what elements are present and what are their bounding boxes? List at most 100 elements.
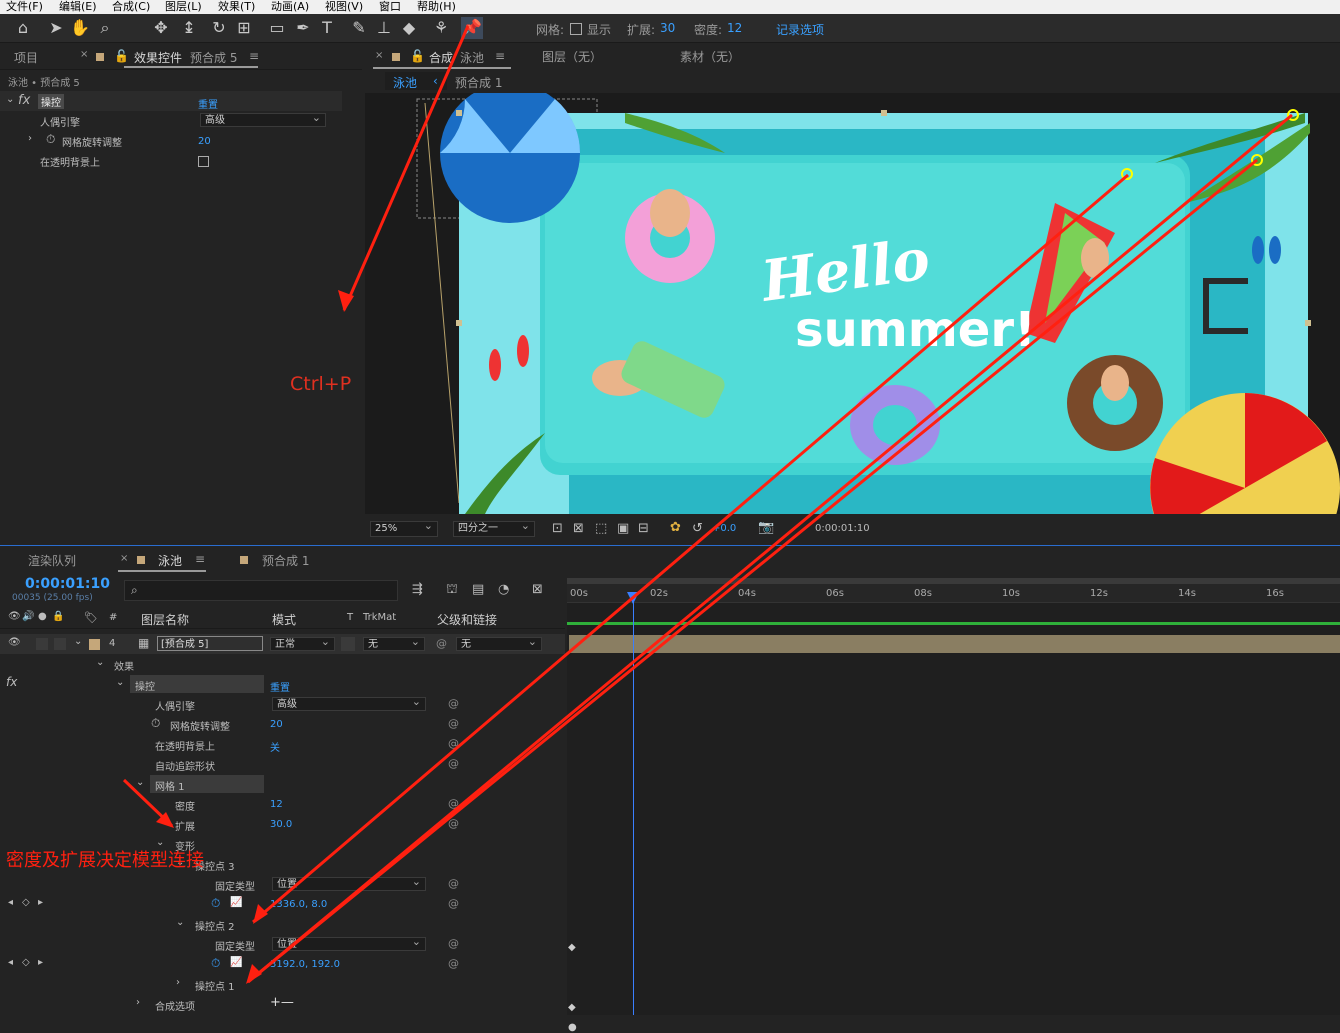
transparent-checkbox[interactable] [198,156,209,167]
tab-render-queue[interactable]: 渲染队列 [28,552,76,569]
pickwhip-icon[interactable]: @ [448,717,459,730]
stopwatch-icon[interactable]: ⏱ [151,716,160,731]
engine-dropdown[interactable]: 高级 [200,111,326,127]
tab-effect-controls[interactable]: 效果控件 [134,49,182,66]
text-tool-icon[interactable]: T [316,17,338,39]
next-keyframe-icon[interactable]: ▸ [38,897,43,908]
exposure-reset-icon[interactable]: ↺ [692,521,703,536]
show-grid-checkbox[interactable] [570,23,582,35]
camera-icon[interactable]: 📷 [758,520,774,535]
stamp-tool-icon[interactable]: ⊥ [373,17,395,39]
pin-type-dropdown[interactable]: 位置 [272,875,426,891]
keyframe-toggle-icon[interactable]: ◇ [22,957,30,968]
pickwhip-icon[interactable]: @ [448,697,459,710]
expansion-value[interactable]: 30.0 [270,819,292,830]
chevron-down-icon[interactable]: ⌄ [96,657,104,668]
prop-row-pin2-type[interactable]: 固定类型 位置 @ [0,934,565,954]
layer-name-field[interactable]: [预合成 5] [157,636,263,651]
tab-comp-name[interactable]: 泳池 [460,49,484,66]
pin2-position-value[interactable]: 3192.0, 192.0 [270,959,340,970]
lock-icon[interactable]: 🔒 [52,611,64,622]
tab-effect-comp[interactable]: 预合成 5 [190,49,237,66]
column-layer-name[interactable]: 图层名称 [141,611,189,628]
lock-box[interactable] [54,638,66,650]
rotation-value[interactable]: 20 [270,719,283,730]
rotation-value[interactable]: 20 [198,136,211,147]
prop-row-engine[interactable]: 人偶引擎 高级 @ [0,694,565,714]
pickwhip-icon[interactable]: @ [448,757,459,770]
grid-icon[interactable]: ⊠ [573,521,584,536]
record-options-link[interactable]: 记录选项 [776,21,824,38]
graph-editor-icon[interactable]: ⊠ [532,582,543,597]
prop-row-rotation[interactable]: ⏱ 网格旋转调整 20 @ [0,714,565,734]
viewer-timecode[interactable]: 0:00:01:10 [815,523,870,534]
eye-icon[interactable]: 👁 [8,637,21,648]
density-value[interactable]: 12 [727,21,742,35]
transparent-value[interactable]: 关 [270,739,280,754]
timeline-timecode[interactable]: 0:00:01:10 [25,576,110,592]
prop-row-pin1[interactable]: › 操控点 1 [0,974,565,994]
prop-row-puppet[interactable]: fx ⌄ 操控 重置 [0,674,565,694]
tab-pool[interactable]: 泳池 [158,552,182,569]
pickwhip-icon[interactable]: @ [448,737,459,750]
rotate-tool-icon[interactable]: ↻ [208,17,230,39]
keyframe-toggle-icon[interactable]: ◇ [22,897,30,908]
comp-flowchart-icon[interactable]: ⇶ [412,582,423,597]
panel-menu-icon[interactable]: ≡ [195,552,205,566]
reset-link[interactable]: 重置 [198,96,218,111]
frame-blend-icon[interactable]: ▤ [472,582,484,597]
keyframe-diamond[interactable]: ◆ [568,1002,576,1013]
lock-icon[interactable]: 🔓 [410,49,425,63]
menu-effect[interactable]: 效果(T) [218,0,255,13]
prop-row-pin3-type[interactable]: 固定类型 位置 @ [0,874,565,894]
pickwhip-icon[interactable]: @ [448,957,459,970]
prop-row-autotrace[interactable]: 自动追踪形状 @ [0,754,565,774]
lock-icon[interactable]: 🔓 [114,49,129,63]
color-channel-icon[interactable]: ✿ [670,520,681,535]
pickwhip-icon[interactable]: @ [448,897,459,910]
prev-keyframe-icon[interactable]: ◂ [8,897,13,908]
selection-tool-icon[interactable]: ➤ [45,17,67,39]
solo-box[interactable] [36,638,48,650]
stopwatch-icon[interactable]: ⏱ [46,132,55,147]
engine-dropdown[interactable]: 高级 [272,695,426,711]
chevron-right-icon[interactable]: › [28,133,32,144]
timeline-track-area[interactable]: 00s 02s 04s 06s 08s 10s 12s 14s 16s ◆ ◆ … [567,578,1340,1033]
breadcrumb-pool[interactable]: 泳池 ‹ [385,72,447,90]
transparency-icon[interactable]: ⊟ [638,521,649,536]
mode-dropdown[interactable]: 正常 [270,635,335,651]
roto-tool-icon[interactable]: ⚘ [430,17,452,39]
audio-icon[interactable]: 🔊 [22,611,34,622]
pin-type-dropdown[interactable]: 位置 [272,935,426,951]
zoom-tool-icon[interactable]: ⌕ [94,17,116,39]
prop-row-effects[interactable]: ⌄ 效果 [0,654,565,674]
prop-row-pin3-position[interactable]: ◂ ◇ ▸ ⏱ 📈 1336.0, 8.0 @ [0,894,565,914]
expand-value[interactable]: 30 [660,21,675,35]
solo-icon[interactable]: ● [38,611,47,622]
chevron-right-icon[interactable]: › [176,977,180,988]
prop-row-pin2[interactable]: ⌄ 操控点 2 [0,914,565,934]
preserve-transparency-box[interactable] [341,637,355,651]
column-parent[interactable]: 父级和链接 [437,611,497,628]
tab-precomp[interactable]: 预合成 1 [262,552,309,569]
time-ruler[interactable]: 00s 02s 04s 06s 08s 10s 12s 14s 16s [567,578,1340,603]
anchor-tool-icon[interactable]: ⊞ [233,17,255,39]
effect-name[interactable]: 操控 [38,94,64,109]
orbit-tool-icon[interactable]: ✥ [150,17,172,39]
tab-footage[interactable]: 素材（无） [680,48,740,65]
menu-composition[interactable]: 合成(C) [112,0,150,13]
resolution-dropdown[interactable]: 四分之一 [453,519,535,537]
comp-options-add[interactable]: +— [270,995,294,1010]
hand-tool-icon[interactable]: ✋ [69,17,91,39]
comp-viewer[interactable]: Hello summer! [365,93,1340,514]
prop-row-transparent[interactable]: 在透明背景上 关 @ [0,734,565,754]
stopwatch-icon[interactable]: ⏱ [211,896,220,911]
pen-tool-icon[interactable]: ✒ [292,17,314,39]
close-icon[interactable]: × [80,49,88,60]
pickwhip-icon[interactable]: @ [436,637,447,650]
chevron-down-icon[interactable]: ⌄ [176,917,184,928]
prop-row-expansion[interactable]: 扩展 30.0 @ [0,814,565,834]
pickwhip-icon[interactable]: @ [448,797,459,810]
graph-icon[interactable]: 📈 [230,957,242,968]
menu-edit[interactable]: 编辑(E) [59,0,97,13]
